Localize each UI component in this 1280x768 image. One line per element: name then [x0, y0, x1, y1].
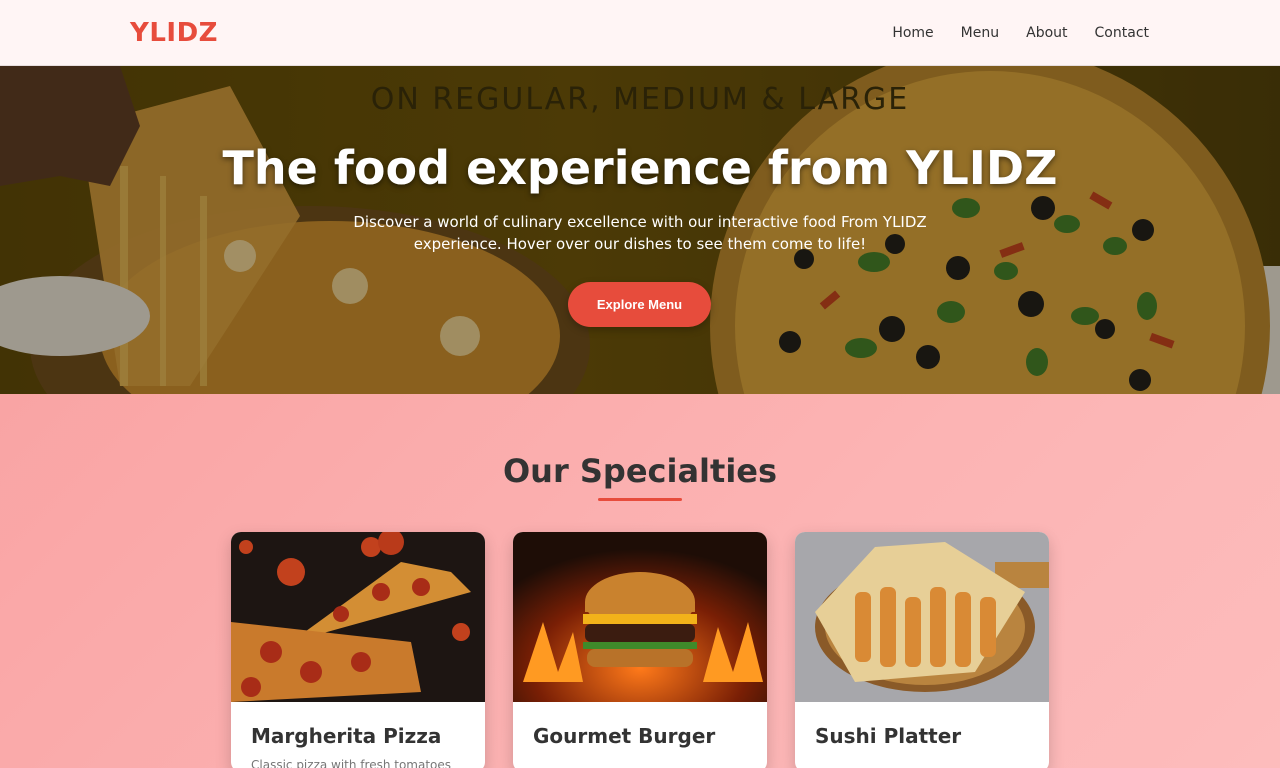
nav-links: Home Menu About Contact — [892, 25, 1149, 41]
navbar: YLIDZ Home Menu About Contact — [0, 0, 1280, 66]
nav-menu-link[interactable]: Menu — [961, 25, 999, 41]
title-underline — [598, 498, 682, 501]
wrap-image — [795, 532, 1049, 702]
hero-title: The food experience from YLIDZ — [222, 141, 1058, 195]
section-title: Our Specialties — [502, 452, 778, 490]
pizza-image — [231, 532, 485, 702]
hero-tagline: ON REGULAR, MEDIUM & LARGE — [370, 82, 910, 117]
nav-contact-link[interactable]: Contact — [1095, 25, 1149, 41]
hero-subtitle-line-2: experience. Hover over our dishes to see… — [413, 235, 867, 253]
card-description: Classic pizza with fresh tomatoes — [251, 758, 452, 768]
specialty-card-sushi[interactable]: Sushi Platter — [795, 532, 1049, 768]
nav-home-link[interactable]: Home — [892, 25, 933, 41]
nav-about-link[interactable]: About — [1026, 25, 1067, 41]
burger-image — [513, 532, 767, 702]
explore-menu-button[interactable]: Explore Menu — [568, 282, 711, 327]
specialty-card-pizza[interactable]: Margherita Pizza Classic pizza with fres… — [231, 532, 485, 768]
hero-subtitle: Discover a world of culinary excellence … — [340, 211, 940, 255]
card-name: Sushi Platter — [815, 724, 962, 748]
card-name: Margherita Pizza — [251, 724, 442, 748]
card-name: Gourmet Burger — [533, 724, 716, 748]
specialties-section: Our Specialties Margherita Pizza Classic… — [0, 394, 1280, 768]
specialty-card-burger[interactable]: Gourmet Burger — [513, 532, 767, 768]
hero-section: ON REGULAR, MEDIUM & LARGE The food expe… — [0, 66, 1280, 394]
logo[interactable]: YLIDZ — [130, 18, 218, 48]
hero-subtitle-line-1: Discover a world of culinary excellence … — [353, 213, 927, 231]
